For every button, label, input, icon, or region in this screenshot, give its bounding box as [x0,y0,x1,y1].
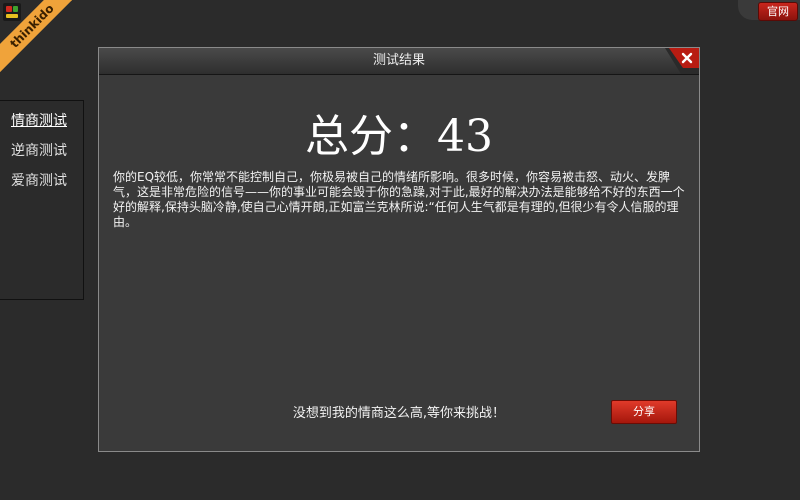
sidebar-item-aq-test[interactable]: 逆商测试 [11,131,83,161]
share-button[interactable]: 分享 [611,400,677,424]
result-dialog: 测试结果 总分：43 你的EQ较低，你常常不能控制自己，你极易被自己的情绪所影响… [98,47,700,452]
test-sidebar: 情商测试 逆商测试 爱商测试 [0,100,84,300]
dialog-header: 测试结果 [99,48,699,75]
close-icon[interactable] [659,48,699,74]
logo-red-block [6,6,12,12]
share-message: 没想到我的情商这么高,等你来挑战！ [292,406,506,421]
official-site-tab: 官网 [738,0,800,21]
score-display: 总分：43 [305,111,493,162]
dialog-title: 测试结果 [372,53,425,68]
app-logo-icon[interactable] [3,3,21,21]
sidebar-item-love-test[interactable]: 爱商测试 [11,161,83,191]
official-site-button[interactable]: 官网 [758,2,798,21]
sidebar-item-eq-test[interactable]: 情商测试 [11,101,83,131]
result-description: 你的EQ较低，你常常不能控制自己，你极易被自己的情绪所影响。很多时候，你容易被击… [113,170,685,229]
logo-green-block [13,6,18,12]
logo-yellow-block [6,14,18,18]
